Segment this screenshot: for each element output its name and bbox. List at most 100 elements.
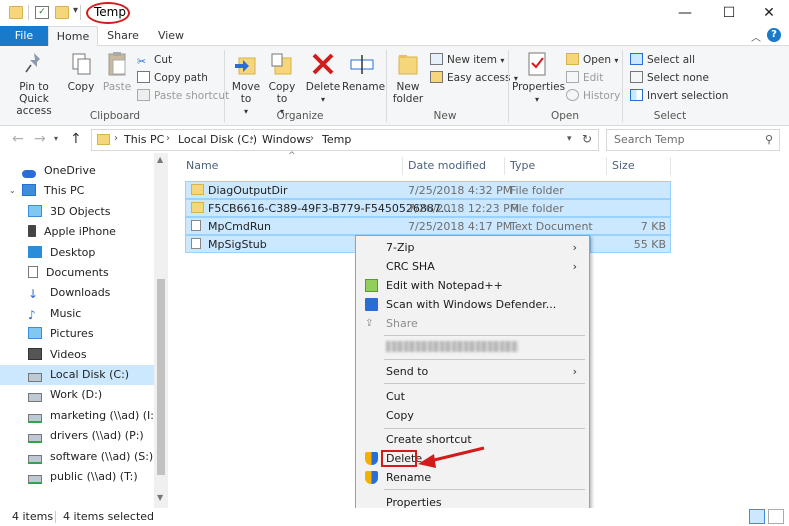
column-divider[interactable] — [504, 157, 505, 175]
customize-toolbar-icon[interactable]: ▾ — [73, 5, 78, 16]
nav-item[interactable]: ♪ Music — [0, 304, 154, 324]
new-item-button[interactable]: New item ▾ — [430, 51, 504, 69]
nav-item[interactable]: public (\\ad) (T:) — [0, 467, 154, 487]
menu-item-copy[interactable]: Copy — [358, 406, 587, 425]
chevron-right-icon[interactable]: › — [166, 133, 170, 144]
tab-home[interactable]: Home — [48, 26, 98, 47]
recent-chevron-icon[interactable]: ▾ — [54, 134, 58, 143]
refresh-icon[interactable]: ↻ — [582, 132, 592, 146]
properties-button[interactable]: Properties ▾ — [512, 50, 565, 106]
chevron-right-icon[interactable]: › — [310, 133, 314, 144]
scroll-up-icon[interactable]: ▲ — [157, 155, 163, 164]
nav-item[interactable]: drivers (\\ad) (P:) — [0, 426, 154, 446]
large-icons-view-icon[interactable] — [768, 509, 784, 524]
nav-item[interactable]: Documents — [0, 263, 154, 283]
nav-item[interactable]: Desktop — [0, 243, 154, 263]
paste-shortcut-button[interactable]: Paste shortcut — [137, 87, 229, 105]
chevron-right-icon[interactable]: › — [114, 133, 118, 144]
menu-item-defender[interactable]: Scan with Windows Defender... — [358, 295, 587, 314]
copy-label: Copy — [67, 81, 95, 93]
file-name: MpCmdRun — [208, 220, 271, 233]
rename-button[interactable]: Rename — [342, 50, 385, 93]
column-divider[interactable] — [402, 157, 403, 175]
nav-item[interactable]: software (\\ad) (S:) — [0, 447, 154, 467]
tab-view[interactable]: View — [148, 26, 194, 46]
scroll-down-icon[interactable]: ▼ — [157, 493, 163, 502]
nav-item[interactable]: ⌄ This PC — [0, 181, 154, 201]
nav-item[interactable]: Videos — [0, 345, 154, 365]
nav-scrollbar[interactable]: ▲ ▼ — [154, 153, 168, 508]
copy-path-button[interactable]: Copy path — [137, 69, 208, 87]
chevron-up-icon[interactable]: ︿ — [751, 29, 761, 44]
nav-item[interactable]: 3D Objects — [0, 202, 154, 222]
column-divider[interactable] — [670, 157, 671, 175]
details-view-icon[interactable] — [749, 509, 765, 524]
nav-item[interactable]: OneDrive — [0, 161, 154, 181]
file-row[interactable]: F5CB6616-C389-49F3-B779-F5450526887... 7/… — [185, 199, 671, 217]
paste-button[interactable]: Paste — [100, 50, 134, 93]
file-row[interactable]: MpSigStub — [185, 235, 360, 253]
menu-item-crc-sha[interactable]: CRC SHA › — [358, 257, 587, 276]
select-all-button[interactable]: Select all — [630, 51, 695, 69]
file-row-tail[interactable]: 55 KB — [590, 235, 671, 253]
properties-icon[interactable]: ✓ — [35, 6, 49, 19]
breadcrumb-temp[interactable]: Temp — [322, 133, 351, 146]
history-button[interactable]: History — [566, 87, 620, 105]
breadcrumb-windows[interactable]: Windows — [262, 133, 311, 146]
search-input[interactable]: Search Temp ⚲ — [606, 129, 780, 151]
breadcrumb-local-disk[interactable]: Local Disk (C:) — [178, 133, 257, 146]
help-icon[interactable]: ? — [767, 28, 781, 42]
menu-item-share[interactable]: ⇪ Share — [358, 314, 587, 333]
new-folder-button[interactable]: New folder — [390, 50, 426, 105]
nav-item[interactable]: ↓ Downloads — [0, 283, 154, 303]
cut-button[interactable]: ✂ Cut — [137, 51, 172, 69]
column-header-type[interactable]: Type — [510, 159, 535, 172]
nav-item[interactable]: Pictures — [0, 324, 154, 344]
column-header-name[interactable]: Name — [186, 159, 218, 172]
move-to-button[interactable]: Move to ▾ — [230, 50, 262, 118]
nav-item-label: Local Disk (C:) — [50, 368, 130, 381]
column-divider[interactable] — [606, 157, 607, 175]
menu-item-cut[interactable]: Cut — [358, 387, 587, 406]
copy-to-button[interactable]: Copy to ▾ — [266, 50, 298, 118]
open-button[interactable]: Open ▾ — [566, 51, 618, 69]
new-folder-icon[interactable] — [55, 6, 69, 19]
nav-item[interactable]: Work (D:) — [0, 385, 154, 405]
nav-item[interactable]: marketing (\\ad) (I:) — [0, 406, 158, 426]
breadcrumb-this-pc[interactable]: This PC — [124, 133, 164, 146]
copy-button[interactable]: Copy — [66, 50, 96, 93]
address-dropdown-icon[interactable]: ▾ — [567, 134, 572, 144]
delete-ribbon-button[interactable]: Delete ▾ — [305, 50, 341, 106]
nav-item[interactable]: Local Disk (C:) — [0, 365, 154, 385]
file-row[interactable]: MpCmdRun 7/25/2018 4:17 PM Text Document 7 … — [185, 217, 671, 235]
chevron-right-icon[interactable]: › — [250, 133, 254, 144]
scrollbar-thumb[interactable] — [157, 279, 165, 475]
expand-chevron-icon[interactable]: ⌄ — [9, 181, 16, 201]
menu-item-send-to[interactable]: Send to › — [358, 362, 587, 381]
back-arrow-icon[interactable]: ← — [12, 131, 24, 147]
tab-file[interactable]: File — [0, 26, 48, 46]
properties-icon — [528, 52, 546, 76]
forward-arrow-icon[interactable]: → — [34, 131, 46, 147]
column-header-date[interactable]: Date modified — [408, 159, 486, 172]
invert-selection-button[interactable]: Invert selection — [630, 87, 728, 105]
edit-button[interactable]: Edit — [566, 69, 603, 87]
up-arrow-icon[interactable]: ↑ — [70, 131, 82, 147]
file-row[interactable]: DiagOutputDir 7/25/2018 4:32 PM File folde… — [185, 181, 671, 199]
blurred-menu-item[interactable] — [386, 341, 518, 352]
easy-access-button[interactable]: Easy access ▾ — [430, 69, 518, 87]
menu-item-7zip[interactable]: 7-Zip › — [358, 238, 587, 257]
minimize-button[interactable]: — — [664, 0, 706, 26]
pin-quick-access-button[interactable]: Pin to Quick access — [4, 50, 64, 117]
search-icon[interactable]: ⚲ — [765, 133, 773, 146]
select-none-button[interactable]: Select none — [630, 69, 709, 87]
maximize-button[interactable]: ☐ — [708, 0, 750, 26]
network-drive-icon — [28, 454, 42, 464]
menu-item-notepad[interactable]: Edit with Notepad++ — [358, 276, 587, 295]
file-size: 55 KB — [633, 238, 666, 251]
nav-item[interactable]: Apple iPhone — [0, 222, 154, 242]
tab-share[interactable]: Share — [98, 26, 148, 46]
column-header-size[interactable]: Size — [612, 159, 635, 172]
close-button[interactable]: ✕ — [748, 0, 789, 26]
address-bar[interactable]: › This PC › Local Disk (C:) › Windows › … — [91, 129, 599, 151]
